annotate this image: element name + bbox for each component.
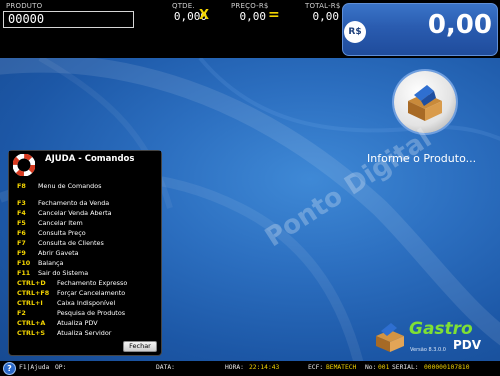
command-key: CTRL+D xyxy=(17,279,46,287)
command-desc: Pesquisa de Produtos xyxy=(57,309,126,317)
command-item: F5 Cancelar Item xyxy=(9,219,161,229)
command-key: CTRL+I xyxy=(17,299,43,307)
command-item: F8 Menu de Comandos xyxy=(9,182,161,192)
help-dialog: AJUDA - Comandos F8 Menu de Comandos F3 Fe… xyxy=(8,150,162,356)
command-desc: Abrir Gaveta xyxy=(38,249,79,257)
command-desc: Cancelar Venda Aberta xyxy=(38,209,112,217)
command-desc: Cancelar Item xyxy=(38,219,83,227)
help-dialog-title: AJUDA - Comandos xyxy=(45,154,135,164)
command-item: F9 Abrir Gaveta xyxy=(9,249,161,259)
produto-input[interactable]: 00000 xyxy=(3,11,134,28)
command-desc: Consulta de Clientes xyxy=(38,239,104,247)
command-desc: Fechamento Expresso xyxy=(57,279,128,287)
command-desc: Balança xyxy=(38,259,64,267)
command-item: F2 Pesquisa de Produtos xyxy=(9,309,161,319)
top-bar: PRODUTO 00000 QTDE. 0,000 X PREÇO-R$ 0,0… xyxy=(0,0,500,58)
command-key: F4 xyxy=(17,209,26,217)
brand-sub: PDV xyxy=(453,338,482,352)
time-label: HORA: xyxy=(225,364,244,371)
command-item: F7 Consulta de Clientes xyxy=(9,239,161,249)
command-desc: Atualiza PDV xyxy=(57,319,98,327)
command-item: F11 Sair do Sistema xyxy=(9,269,161,279)
command-desc: Forçar Cancelamento xyxy=(57,289,126,297)
product-box-icon xyxy=(394,71,456,133)
preco-label: PREÇO-R$ xyxy=(231,2,269,10)
command-key: F7 xyxy=(17,239,26,247)
terminal-number-value: 001 xyxy=(378,364,390,371)
brand-box-icon xyxy=(376,323,404,352)
help-dialog-header: AJUDA - Comandos xyxy=(9,151,161,176)
main-area: Informe o Produto... Ponto Digital Gastr… xyxy=(0,58,500,361)
ecf-value: BEMATECH xyxy=(326,364,357,371)
command-desc: Atualiza Servidor xyxy=(57,329,112,337)
total-value: 0,00 xyxy=(312,10,340,23)
command-item: CTRL+A Atualiza PDV xyxy=(9,319,161,329)
command-key: F11 xyxy=(17,269,31,277)
command-key: F6 xyxy=(17,229,26,237)
produto-label: PRODUTO xyxy=(6,2,43,10)
command-key: CTRL+A xyxy=(17,319,46,327)
command-item: CTRL+F8 Forçar Cancelamento xyxy=(9,289,161,299)
command-key: F5 xyxy=(17,219,26,227)
terminal-number-label: No: xyxy=(365,364,377,371)
command-key: F9 xyxy=(17,249,26,257)
command-key: F2 xyxy=(17,309,26,317)
command-key: F10 xyxy=(17,259,31,267)
serial-value: 000000107810 xyxy=(424,364,470,371)
command-item: F10 Balança xyxy=(9,259,161,269)
command-desc: Sair do Sistema xyxy=(38,269,89,277)
equals-sign: = xyxy=(268,7,280,23)
serial-label: SERIAL: xyxy=(392,364,419,371)
ecf-label: ECF: xyxy=(308,364,324,371)
multiply-sign: X xyxy=(199,8,210,23)
brand-logo: Gastro PDV Versão 8.3.0.0 xyxy=(373,316,488,360)
total-display: 0,00 xyxy=(427,10,492,40)
command-desc: Menu de Comandos xyxy=(38,182,102,190)
command-desc: Consulta Preço xyxy=(38,229,86,237)
command-item: CTRL+S Atualiza Servidor xyxy=(9,329,161,339)
brand-version: Versão 8.3.0.0 xyxy=(410,347,446,353)
help-icon[interactable]: ? xyxy=(3,362,16,375)
command-key: F8 xyxy=(17,182,26,190)
command-item: CTRL+I Caixa Indisponível xyxy=(9,299,161,309)
command-key: CTRL+S xyxy=(17,329,45,337)
preco-value: 0,00 xyxy=(239,10,267,23)
command-key: F3 xyxy=(17,199,26,207)
close-button[interactable]: Fechar xyxy=(123,341,157,352)
qtde-label: QTDE. xyxy=(172,2,195,10)
help-shortcut-text: F1|Ajuda xyxy=(19,364,50,371)
date-label: DATA: xyxy=(156,364,175,371)
status-bar: ? F1|Ajuda OP: DATA: HORA: 22:14:43 ECF:… xyxy=(0,361,500,376)
command-item: F6 Consulta Preço xyxy=(9,229,161,239)
brand-name: Gastro xyxy=(409,319,473,339)
command-key: CTRL+F8 xyxy=(17,289,50,297)
currency-badge: R$ xyxy=(344,21,366,43)
lifebuoy-icon xyxy=(13,154,35,176)
command-item: F4 Cancelar Venda Aberta xyxy=(9,209,161,219)
command-desc: Caixa Indisponível xyxy=(57,299,116,307)
command-desc: Fechamento da Venda xyxy=(38,199,110,207)
operator-label: OP: xyxy=(55,364,67,371)
command-item: F3 Fechamento da Venda xyxy=(9,199,161,209)
command-item: CTRL+D Fechamento Expresso xyxy=(9,279,161,289)
time-value: 22:14:43 xyxy=(249,364,280,371)
total-label: TOTAL-R$ xyxy=(305,2,341,10)
